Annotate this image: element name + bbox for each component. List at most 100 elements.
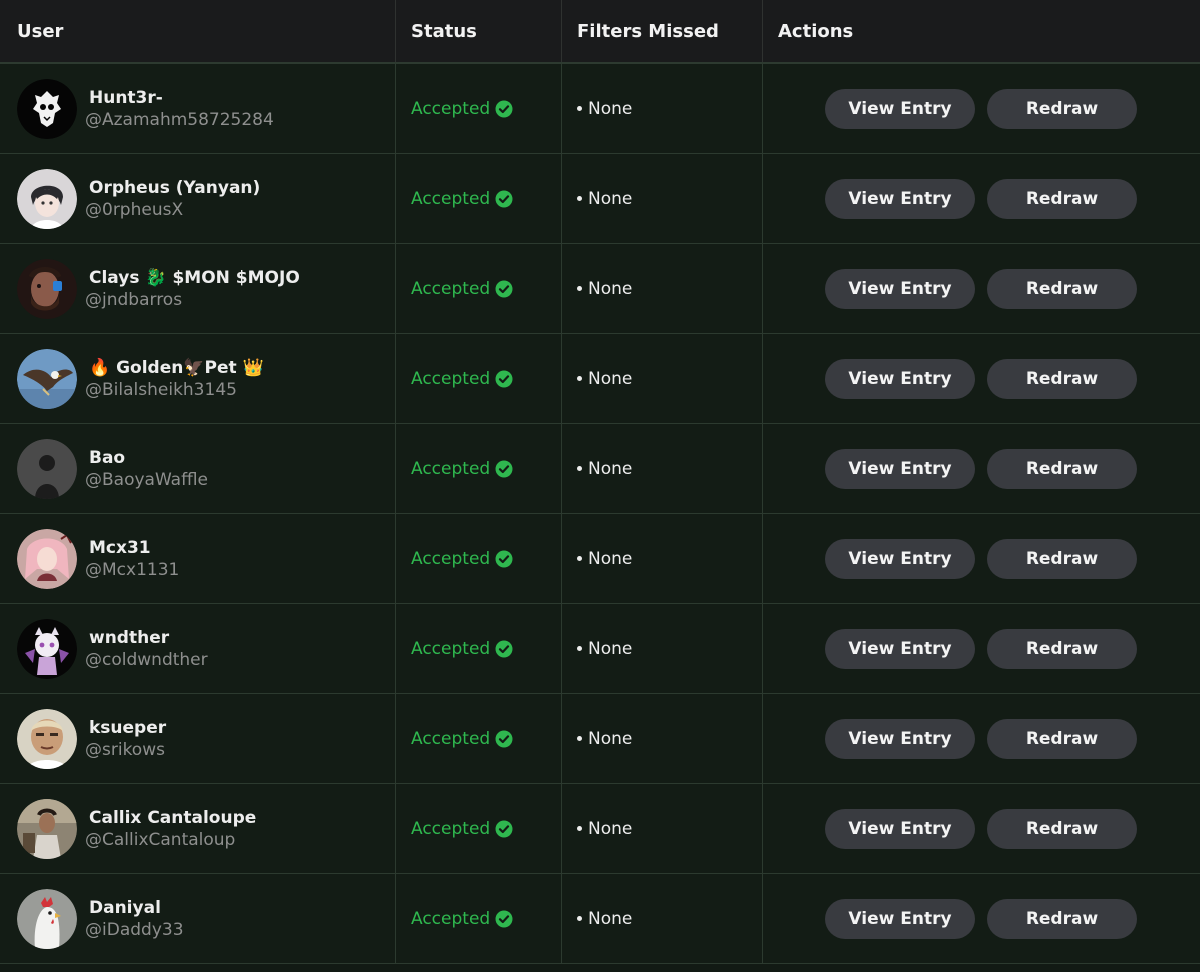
status-badge: Accepted	[411, 549, 513, 569]
filters-missed-list: None	[577, 549, 632, 569]
skull-logo-avatar-image	[17, 78, 77, 139]
view-entry-button[interactable]: View Entry	[825, 808, 975, 849]
filters-missed-list: None	[577, 909, 632, 929]
user-handle: @coldwndther	[85, 649, 208, 670]
status-text: Accepted	[411, 548, 491, 569]
check-circle-icon	[495, 820, 513, 838]
user-handle: @CallixCantaloup	[85, 829, 236, 850]
bullet-icon	[577, 466, 582, 471]
table-row: Hunt3r- @Azamahm58725284 Accepted None V…	[0, 64, 1200, 154]
bullet-icon	[577, 376, 582, 381]
redraw-button[interactable]: Redraw	[987, 718, 1137, 759]
user-handle: @srikows	[85, 739, 165, 760]
view-entry-button[interactable]: View Entry	[825, 268, 975, 309]
user-cell: wndther @coldwndther	[0, 604, 396, 693]
view-entry-button[interactable]: View Entry	[825, 898, 975, 939]
redraw-button[interactable]: Redraw	[987, 178, 1137, 219]
redraw-button[interactable]: Redraw	[987, 448, 1137, 489]
view-entry-button[interactable]: View Entry	[825, 628, 975, 669]
bullet-icon	[577, 286, 582, 291]
status-text: Accepted	[411, 98, 491, 119]
filters-cell: None	[562, 694, 763, 783]
bullet-icon	[577, 826, 582, 831]
silhouette-avatar-image	[17, 438, 77, 499]
filters-cell: None	[562, 334, 763, 423]
table-row: Mcx31 @Mcx1131 Accepted None View Entry …	[0, 514, 1200, 604]
display-name: Daniyal	[89, 897, 161, 918]
actions-cell: View Entry Redraw	[763, 64, 1200, 153]
filter-item: None	[588, 818, 633, 839]
view-entry-button[interactable]: View Entry	[825, 178, 975, 219]
view-entry-button[interactable]: View Entry	[825, 358, 975, 399]
view-entry-button[interactable]: View Entry	[825, 448, 975, 489]
status-cell: Accepted	[396, 784, 562, 873]
user-cell: ksueper @srikows	[0, 694, 396, 783]
user-handle: @Mcx1131	[85, 559, 180, 580]
redraw-button[interactable]: Redraw	[987, 898, 1137, 939]
user-handle: @0rpheusX	[85, 199, 184, 220]
status-cell: Accepted	[396, 64, 562, 153]
status-cell: Accepted	[396, 334, 562, 423]
actions-cell: View Entry Redraw	[763, 694, 1200, 783]
user-cell: Bao @BaoyaWaffle	[0, 424, 396, 513]
check-circle-icon	[495, 730, 513, 748]
table-row: Bao @BaoyaWaffle Accepted None View Entr…	[0, 424, 1200, 514]
filters-cell: None	[562, 154, 763, 243]
status-badge: Accepted	[411, 909, 513, 929]
bullet-icon	[577, 556, 582, 561]
redraw-button[interactable]: Redraw	[987, 808, 1137, 849]
pink-avatar-image	[17, 528, 77, 589]
actions-cell: View Entry Redraw	[763, 604, 1200, 693]
silhouette-avatar	[17, 438, 77, 499]
actions-cell: View Entry Redraw	[763, 514, 1200, 603]
status-badge: Accepted	[411, 819, 513, 839]
table-row: 🔥 Golden🦅Pet 👑 @Bilalsheikh3145 Accepted…	[0, 334, 1200, 424]
status-cell: Accepted	[396, 694, 562, 783]
status-text: Accepted	[411, 728, 491, 749]
view-entry-button[interactable]: View Entry	[825, 88, 975, 129]
bullet-icon	[577, 106, 582, 111]
filters-missed-list: None	[577, 459, 632, 479]
chibi-avatar-image	[17, 618, 77, 679]
anime-avatar	[17, 168, 77, 229]
face-avatar	[17, 258, 77, 319]
user-cell: Mcx31 @Mcx1131	[0, 514, 396, 603]
chicken-avatar	[17, 888, 77, 949]
eagle-avatar-image	[17, 348, 77, 409]
status-text: Accepted	[411, 188, 491, 209]
status-badge: Accepted	[411, 369, 513, 389]
redraw-button[interactable]: Redraw	[987, 268, 1137, 309]
table-row: Daniyal @iDaddy33 Accepted None View Ent…	[0, 874, 1200, 964]
actions-cell: View Entry Redraw	[763, 784, 1200, 873]
header-user: User	[0, 0, 396, 62]
view-entry-button[interactable]: View Entry	[825, 538, 975, 579]
table-row: Orpheus (Yanyan) @0rpheusX Accepted None	[0, 154, 1200, 244]
status-cell: Accepted	[396, 874, 562, 963]
filter-item: None	[588, 908, 633, 929]
status-badge: Accepted	[411, 459, 513, 479]
redraw-button[interactable]: Redraw	[987, 628, 1137, 669]
view-entry-button[interactable]: View Entry	[825, 718, 975, 759]
meme-face-avatar	[17, 708, 77, 769]
bullet-icon	[577, 196, 582, 201]
filter-item: None	[588, 98, 633, 119]
filters-cell: None	[562, 784, 763, 873]
display-name: Clays 🐉 $MON $MOJO	[89, 267, 300, 288]
user-cell: Hunt3r- @Azamahm58725284	[0, 64, 396, 153]
table-row: Callix Cantaloupe @CallixCantaloup Accep…	[0, 784, 1200, 874]
actions-cell: View Entry Redraw	[763, 874, 1200, 963]
status-badge: Accepted	[411, 279, 513, 299]
table-body: Hunt3r- @Azamahm58725284 Accepted None V…	[0, 64, 1200, 964]
redraw-button[interactable]: Redraw	[987, 358, 1137, 399]
redraw-button[interactable]: Redraw	[987, 88, 1137, 129]
table-row: ksueper @srikows Accepted None View Entr…	[0, 694, 1200, 784]
display-name: Hunt3r-	[89, 87, 163, 108]
header-status: Status	[396, 0, 562, 62]
header-filters-missed: Filters Missed	[562, 0, 763, 62]
display-name: 🔥 Golden🦅Pet 👑	[89, 357, 264, 378]
redraw-button[interactable]: Redraw	[987, 538, 1137, 579]
chibi-avatar	[17, 618, 77, 679]
filter-item: None	[588, 638, 633, 659]
status-cell: Accepted	[396, 604, 562, 693]
actions-cell: View Entry Redraw	[763, 424, 1200, 513]
